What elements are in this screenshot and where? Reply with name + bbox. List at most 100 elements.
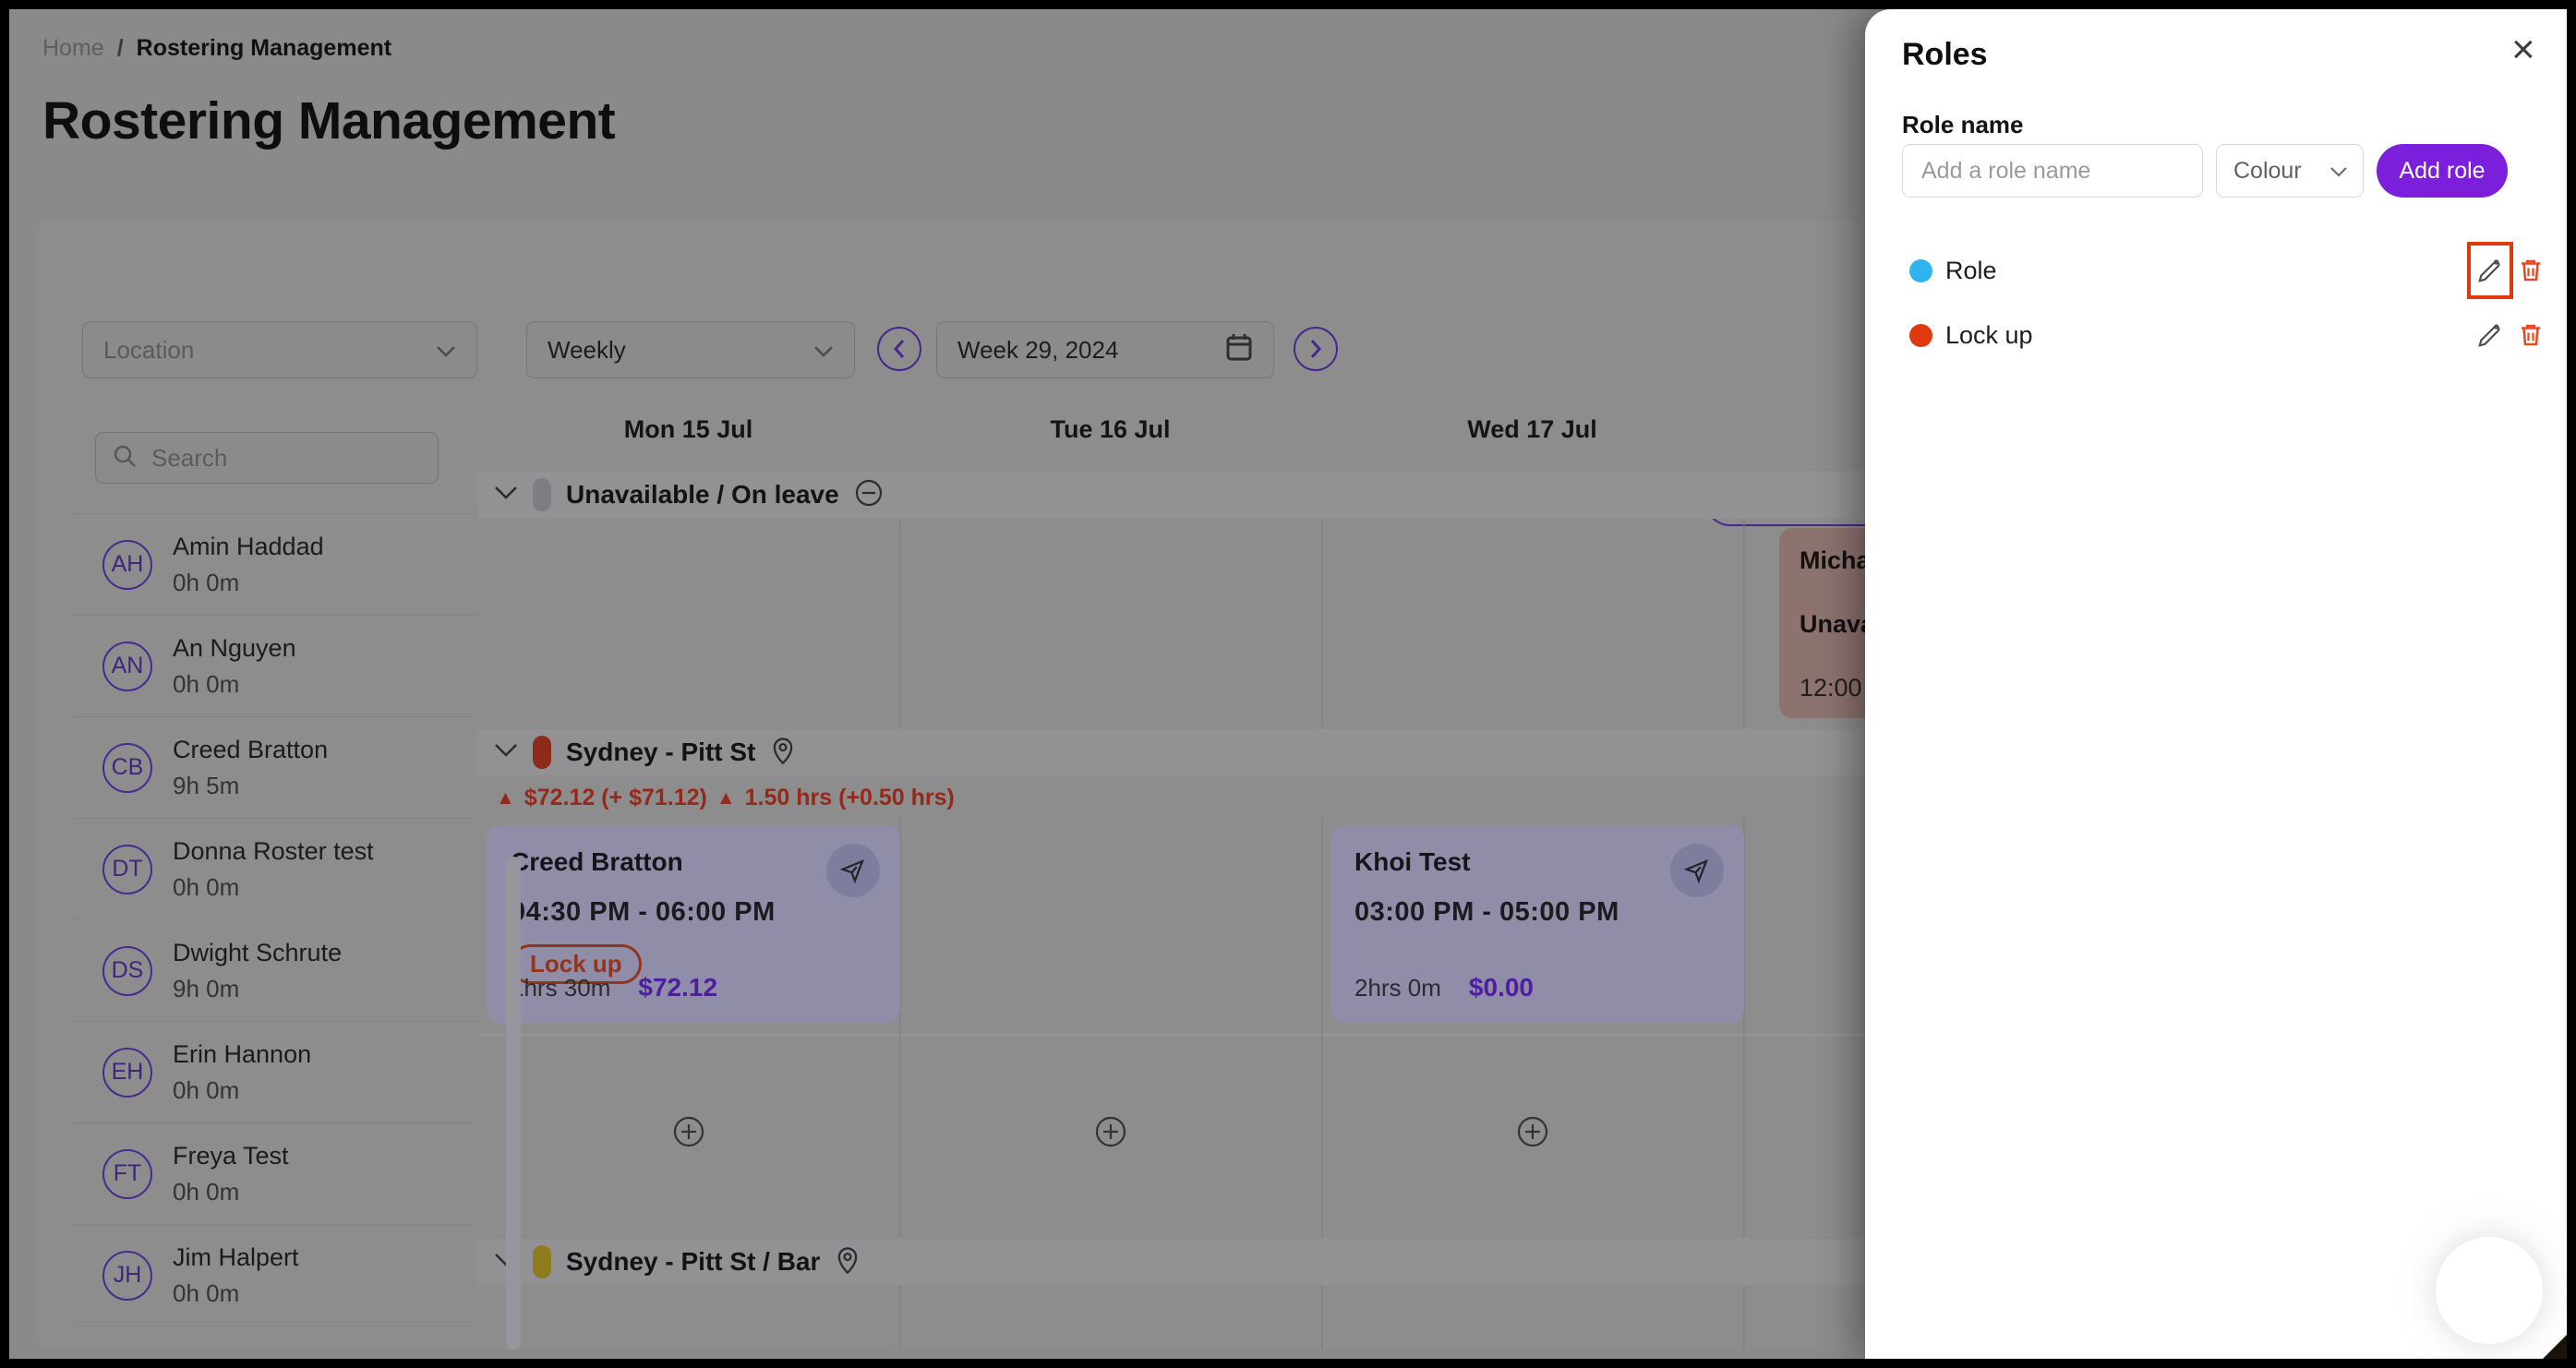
staff-row[interactable]: FT Freya Test 0h 0m bbox=[69, 1122, 477, 1224]
publish-shift-button[interactable] bbox=[1670, 844, 1724, 897]
avatar: DS bbox=[102, 946, 152, 996]
staff-row[interactable]: AH Amin Haddad 0h 0m bbox=[69, 513, 477, 615]
section-color-marker bbox=[533, 1245, 551, 1278]
shift-employee: Creed Bratton bbox=[511, 847, 876, 877]
column-header-mon: Mon 15 Jul bbox=[477, 415, 899, 444]
help-widget-button[interactable] bbox=[2436, 1237, 2543, 1344]
role-name: Role bbox=[1945, 257, 1997, 285]
staff-name: Freya Test bbox=[173, 1142, 289, 1170]
staff-name: Erin Hannon bbox=[173, 1040, 311, 1069]
staff-row[interactable]: KT Khoi Test bbox=[69, 1326, 477, 1350]
chevron-down-icon[interactable] bbox=[494, 486, 518, 505]
chevron-down-icon bbox=[2329, 158, 2348, 185]
breadcrumb: Home / Rostering Management bbox=[42, 35, 391, 62]
staff-hours: 9h 5m bbox=[173, 772, 328, 800]
role-name-input[interactable] bbox=[1902, 144, 2203, 198]
role-name: Lock up bbox=[1945, 321, 2033, 350]
publish-shift-button[interactable] bbox=[826, 844, 880, 897]
scrollbar-thumb[interactable] bbox=[506, 857, 521, 1350]
staff-name: Amin Haddad bbox=[173, 533, 324, 561]
staff-hours: 0h 0m bbox=[173, 1279, 299, 1308]
staff-hours: 0h 0m bbox=[173, 670, 296, 699]
minus-circle-icon[interactable] bbox=[854, 478, 884, 512]
shift-cost: $72.12 bbox=[638, 973, 717, 1002]
staff-row[interactable]: DS Dwight Schrute 9h 0m bbox=[69, 919, 477, 1021]
staff-row[interactable]: JH Jim Halpert 0h 0m bbox=[69, 1224, 477, 1326]
search-input[interactable] bbox=[151, 444, 421, 473]
section-name: Unavailable / On leave bbox=[566, 480, 839, 510]
section-warnings: ▲ $72.12 (+ $71.12) ▲ 1.50 hrs (+0.50 hr… bbox=[496, 785, 955, 811]
avatar: JH bbox=[102, 1251, 152, 1301]
role-row-lock-up: Lock up bbox=[1865, 306, 2567, 364]
avatar: AN bbox=[102, 642, 152, 691]
staff-hours: 9h 0m bbox=[173, 975, 342, 1003]
warning-cost: $72.12 (+ $71.12) bbox=[524, 785, 707, 811]
shift-employee: Khoi Test bbox=[1354, 847, 1720, 877]
column-header-tue: Tue 16 Jul bbox=[899, 415, 1321, 444]
location-select-value: Location bbox=[103, 336, 194, 365]
add-shift-button[interactable] bbox=[1321, 1115, 1743, 1148]
shift-time: 03:00 PM - 05:00 PM bbox=[1354, 897, 1720, 928]
search-icon bbox=[113, 444, 137, 473]
avatar: EH bbox=[102, 1048, 152, 1098]
staff-hours: 0h 0m bbox=[173, 873, 374, 902]
staff-hours: 0h 0m bbox=[173, 569, 324, 597]
staff-sidebar: AH Amin Haddad 0h 0m AN An Nguyen 0h 0m … bbox=[69, 404, 477, 1350]
resize-handle[interactable] bbox=[2543, 1335, 2567, 1359]
staff-name: Jim Halpert bbox=[173, 1243, 299, 1272]
shift-time: 04:30 PM - 06:00 PM bbox=[511, 897, 876, 928]
shift-duration: 1hrs 30m bbox=[511, 974, 610, 1002]
shift-duration: 2hrs 0m bbox=[1354, 974, 1441, 1002]
breadcrumb-current: Rostering Management bbox=[137, 35, 391, 62]
chevron-down-icon bbox=[436, 336, 456, 365]
role-color-dot bbox=[1909, 259, 1932, 282]
chevron-down-icon[interactable] bbox=[494, 743, 518, 762]
breadcrumb-home[interactable]: Home bbox=[42, 35, 104, 62]
close-icon[interactable]: × bbox=[2511, 30, 2535, 70]
add-role-button[interactable]: Add role bbox=[2377, 144, 2508, 198]
section-name: Sydney - Pitt St bbox=[566, 738, 755, 767]
breadcrumb-separator: / bbox=[117, 35, 124, 62]
staff-hours: 0h 0m bbox=[173, 1178, 289, 1206]
avatar: DT bbox=[102, 845, 152, 894]
staff-name: Creed Bratton bbox=[173, 736, 328, 764]
section-name: Sydney - Pitt St / Bar bbox=[566, 1247, 820, 1277]
delete-role-button[interactable] bbox=[2515, 255, 2546, 286]
shift-card-khoi[interactable]: Khoi Test 03:00 PM - 05:00 PM 2hrs 0m $0… bbox=[1330, 825, 1744, 1023]
colour-select[interactable]: Colour bbox=[2216, 144, 2364, 198]
section-color-marker bbox=[533, 478, 551, 511]
role-row-role: Role bbox=[1865, 242, 2567, 299]
page-title: Rostering Management bbox=[42, 90, 615, 151]
staff-search[interactable] bbox=[95, 432, 439, 484]
location-pin-icon bbox=[835, 1245, 861, 1279]
annotation-highlight-box bbox=[2467, 242, 2513, 299]
location-select[interactable]: Location bbox=[82, 321, 477, 378]
staff-row[interactable]: CB Creed Bratton 9h 5m bbox=[69, 716, 477, 818]
roles-panel-title: Roles bbox=[1902, 37, 1988, 73]
shift-cost: $0.00 bbox=[1469, 973, 1534, 1002]
app-window: Home / Rostering Management Rostering Ma… bbox=[9, 9, 2567, 1359]
shift-card-creed[interactable]: Creed Bratton 04:30 PM - 06:00 PM Lock u… bbox=[487, 825, 900, 1023]
avatar: AH bbox=[102, 540, 152, 590]
delete-role-button[interactable] bbox=[2515, 319, 2546, 351]
staff-row[interactable]: DT Donna Roster test 0h 0m bbox=[69, 818, 477, 919]
staff-name: Donna Roster test bbox=[173, 837, 374, 866]
staff-name: An Nguyen bbox=[173, 634, 296, 663]
warning-icon: ▲ bbox=[496, 787, 515, 810]
add-shift-button[interactable] bbox=[899, 1115, 1321, 1148]
roles-panel: Roles × Role name Colour Add role Role L… bbox=[1865, 9, 2567, 1359]
staff-hours: 0h 0m bbox=[173, 1076, 311, 1105]
add-shift-button[interactable] bbox=[477, 1115, 899, 1148]
staff-row[interactable]: AN An Nguyen 0h 0m bbox=[69, 615, 477, 716]
role-color-dot bbox=[1909, 324, 1932, 347]
colour-select-value: Colour bbox=[2233, 158, 2302, 185]
staff-row[interactable]: EH Erin Hannon 0h 0m bbox=[69, 1021, 477, 1122]
edit-role-button[interactable] bbox=[2474, 319, 2506, 351]
section-color-marker bbox=[533, 736, 551, 769]
location-pin-icon bbox=[770, 736, 796, 770]
avatar: CB bbox=[102, 743, 152, 793]
avatar: FT bbox=[102, 1149, 152, 1199]
warning-hours: 1.50 hrs (+0.50 hrs) bbox=[745, 785, 955, 811]
staff-name: Dwight Schrute bbox=[173, 939, 342, 967]
column-header-wed: Wed 17 Jul bbox=[1321, 415, 1743, 444]
